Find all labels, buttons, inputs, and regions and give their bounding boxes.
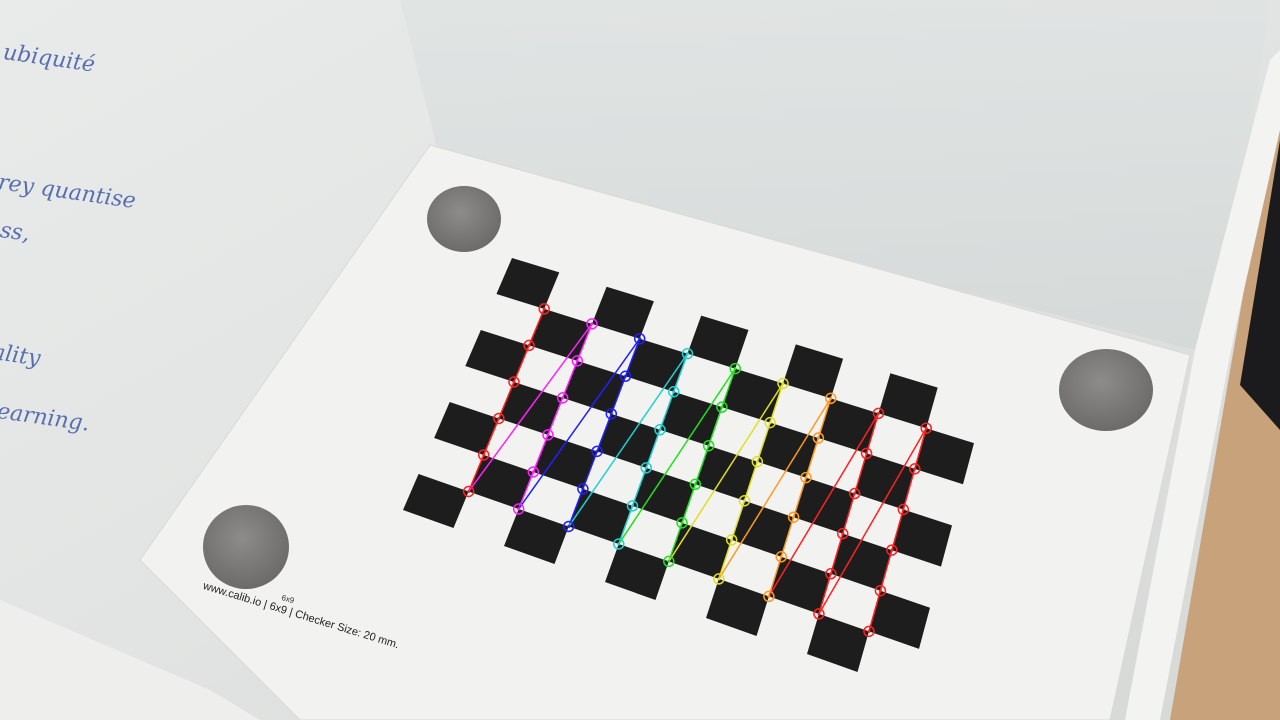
corner-marker-center [630, 504, 634, 508]
corner-marker-center [609, 412, 613, 416]
corner-marker-center [624, 374, 627, 378]
corner-marker-center [733, 367, 737, 371]
corner-marker-center [531, 470, 535, 474]
corner-marker-center [867, 629, 871, 633]
corner-marker-center [730, 538, 734, 542]
corner-marker-center [482, 453, 486, 457]
corner-marker-center [595, 449, 599, 453]
corner-marker-center [767, 594, 771, 598]
corner-marker-center [658, 428, 662, 432]
corner-marker-center [575, 359, 579, 363]
corner-marker-center [779, 555, 783, 559]
corner-marker-center [467, 489, 471, 493]
corner-marker-center [720, 405, 724, 409]
corner-marker-center [546, 433, 550, 437]
corner-marker-center [865, 451, 869, 455]
corner-marker-center [841, 532, 845, 536]
corner-marker-center [644, 466, 648, 470]
corner-marker-center [742, 499, 746, 503]
corner-marker-center [853, 492, 857, 496]
corner-marker-center [804, 476, 808, 480]
magnet-right [1059, 349, 1153, 431]
corner-marker-center [878, 589, 882, 593]
corner-marker-center [561, 396, 565, 400]
handwriting-line-3: ss, [0, 218, 32, 247]
corner-marker-center [581, 487, 585, 491]
corner-marker-center [829, 396, 833, 400]
corner-marker-center [768, 421, 772, 425]
magnet-bottom-left [203, 505, 289, 589]
corner-marker-center [567, 524, 571, 528]
corner-marker-center [717, 577, 721, 581]
corner-marker-center [667, 559, 671, 563]
corner-marker-center [890, 548, 894, 552]
corner-marker-center [527, 343, 531, 347]
corner-marker-center [680, 521, 684, 525]
corner-marker-center [512, 380, 516, 384]
magnet-top-left [427, 186, 501, 252]
corner-marker-center [707, 444, 711, 448]
corner-marker-center [792, 515, 796, 519]
corner-marker-center [497, 416, 501, 420]
corner-marker-center [876, 411, 880, 415]
corner-marker-center [781, 381, 785, 385]
corner-marker-center [617, 542, 621, 546]
corner-marker-center [693, 482, 697, 486]
corner-marker-center [913, 467, 917, 471]
corner-marker-center [517, 507, 521, 511]
photo-scene [0, 0, 1280, 720]
corner-marker-center [685, 352, 689, 356]
corner-marker-center [829, 572, 833, 576]
corner-marker-center [542, 307, 546, 311]
corner-marker-center [901, 507, 905, 511]
corner-marker-center [590, 322, 594, 326]
corner-marker-center [638, 337, 642, 341]
corner-marker-center [755, 460, 759, 464]
corner-marker-center [672, 390, 676, 394]
corner-marker-center [816, 436, 820, 440]
corner-marker-center [924, 426, 928, 430]
corner-marker-center [817, 612, 821, 616]
